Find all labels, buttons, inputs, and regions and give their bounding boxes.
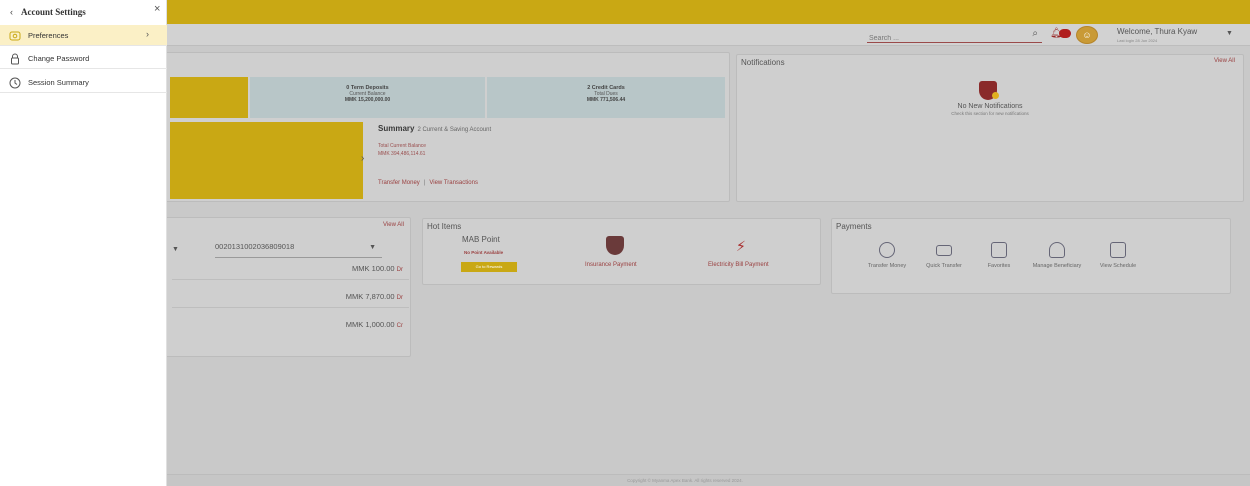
notification-badge (1059, 29, 1071, 38)
notifications-title: Notifications (741, 58, 785, 67)
search-input[interactable] (867, 31, 1007, 46)
payment-transfer-money[interactable]: Transfer Money (862, 242, 912, 269)
electricity-bill-payment-link[interactable]: Electricity Bill Payment (708, 262, 769, 268)
term-deposits-tile[interactable]: 0 Term Deposits Current Balance MMK 15,2… (250, 77, 485, 118)
clock-icon (9, 76, 21, 89)
transaction-row[interactable]: MMK 1,000.00 Cr (172, 314, 409, 336)
top-header-bar (0, 0, 1250, 24)
mab-point-status: No Point Available (464, 250, 504, 255)
transaction-row[interactable]: MMK 100.00 Dr (172, 258, 409, 280)
electricity-plug-icon[interactable]: ⚡︎ (736, 238, 746, 255)
transaction-row[interactable]: MMK 7,870.00 Dr (172, 286, 409, 308)
term-deposits-amount: MMK 15,200,000.00 (344, 97, 391, 103)
go-to-rewards-button[interactable]: Go to Rewards (461, 262, 517, 272)
account-card[interactable] (170, 122, 363, 199)
sidebar-item-label: Change Password (28, 54, 90, 63)
wallet-icon (936, 245, 952, 256)
no-notifications-subtext: Check this section for new notifications (951, 111, 1029, 116)
summary-title: Summary 2 Current & Saving Account (378, 124, 491, 133)
payment-view-schedule[interactable]: View Schedule (1093, 242, 1143, 269)
sidebar-item-label: Preferences (28, 31, 69, 40)
hot-items-title: Hot Items (427, 222, 462, 231)
avatar[interactable]: ☺ (1076, 26, 1098, 44)
summary-balance-label: Total Current Balance (378, 143, 427, 149)
sidebar-item-label: Session Summary (28, 78, 89, 87)
footer-copyright: Copyright © Myanma Apex Bank. All rights… (0, 474, 1250, 486)
close-icon[interactable]: × (154, 3, 160, 15)
payment-label: Transfer Money (867, 263, 907, 269)
payment-manage-beneficiary[interactable]: Manage Beneficiary (1032, 242, 1082, 269)
credit-cards-amount: MMK 771,506.44 (586, 97, 626, 103)
summary-title-text: Summary (378, 124, 415, 133)
transaction-type: Dr (396, 295, 403, 301)
transaction-type: Cr (396, 323, 403, 329)
transaction-amount: MMK 7,870.00 (345, 292, 395, 301)
favorites-icon (991, 242, 1007, 258)
notification-badge-icon (992, 92, 999, 99)
notifications-view-all-link[interactable]: View All (1214, 58, 1235, 64)
account-number: 0020131002036809018 (215, 242, 295, 251)
transactions-view-all-link[interactable]: View All (383, 222, 404, 228)
payment-favorites[interactable]: Favorites (974, 242, 1024, 269)
profile-dropdown-icon[interactable]: ▼ (1226, 30, 1233, 37)
mab-point-title: MAB Point (462, 235, 500, 244)
summary-balance: MMK 394,486,114.61 (378, 151, 426, 157)
lock-icon (9, 52, 21, 65)
insurance-shield-icon[interactable] (606, 236, 624, 255)
account-select[interactable]: 0020131002036809018 ▼ (215, 242, 382, 258)
beneficiary-icon (1049, 242, 1065, 258)
no-notifications-text: No New Notifications (957, 103, 1023, 110)
notifications-panel (736, 54, 1244, 202)
summary-subtitle: 2 Current & Saving Account (417, 127, 492, 133)
sidebar-item-session-summary[interactable]: Session Summary (0, 72, 167, 93)
payment-label: Manage Beneficiary (1032, 263, 1082, 269)
chevron-right-icon[interactable]: › (361, 153, 364, 164)
filter-dropdown-icon[interactable]: ▼ (172, 246, 179, 253)
search-icon[interactable]: ⌕ (1032, 28, 1038, 39)
payment-label: View Schedule (1099, 263, 1137, 269)
view-transactions-link[interactable]: View Transactions (429, 180, 478, 186)
sidebar-item-preferences[interactable]: Preferences › (0, 25, 167, 46)
link-separator: | (423, 180, 426, 186)
payment-label: Quick Transfer (926, 263, 962, 269)
payment-label: Favorites (987, 263, 1011, 269)
last-login-text: Last login 28 Jun 2024 (1117, 38, 1158, 43)
search-box[interactable]: ⌕ (867, 27, 1042, 46)
transfer-money-link[interactable]: Transfer Money (378, 180, 420, 186)
schedule-icon (1110, 242, 1126, 258)
transaction-amount: MMK 1,000.00 (345, 320, 395, 329)
transfer-icon (879, 242, 895, 258)
gear-icon (9, 29, 21, 41)
credit-cards-tile[interactable]: 2 Credit Cards Total Dues MMK 771,506.44 (487, 77, 725, 118)
welcome-text: Welcome, Thura Kyaw (1117, 27, 1198, 36)
account-settings-sidebar: ‹ Account Settings × Preferences › Chang… (0, 0, 167, 486)
payment-quick-transfer[interactable]: Quick Transfer (919, 242, 969, 269)
savings-account-tile[interactable] (170, 77, 248, 118)
transaction-type: Dr (396, 267, 403, 273)
payments-title: Payments (836, 222, 872, 231)
chevron-down-icon: ▼ (369, 244, 376, 251)
chevron-left-icon[interactable]: ‹ (10, 7, 13, 17)
transaction-amount: MMK 100.00 (352, 264, 395, 273)
sidebar-header: ‹ Account Settings × (0, 0, 167, 24)
summary-links: Transfer Money | View Transactions (378, 180, 478, 186)
insurance-payment-link[interactable]: Insurance Payment (585, 262, 637, 268)
chevron-right-icon: › (146, 29, 149, 39)
sidebar-item-change-password[interactable]: Change Password (0, 48, 167, 69)
sidebar-title: Account Settings (21, 7, 86, 17)
